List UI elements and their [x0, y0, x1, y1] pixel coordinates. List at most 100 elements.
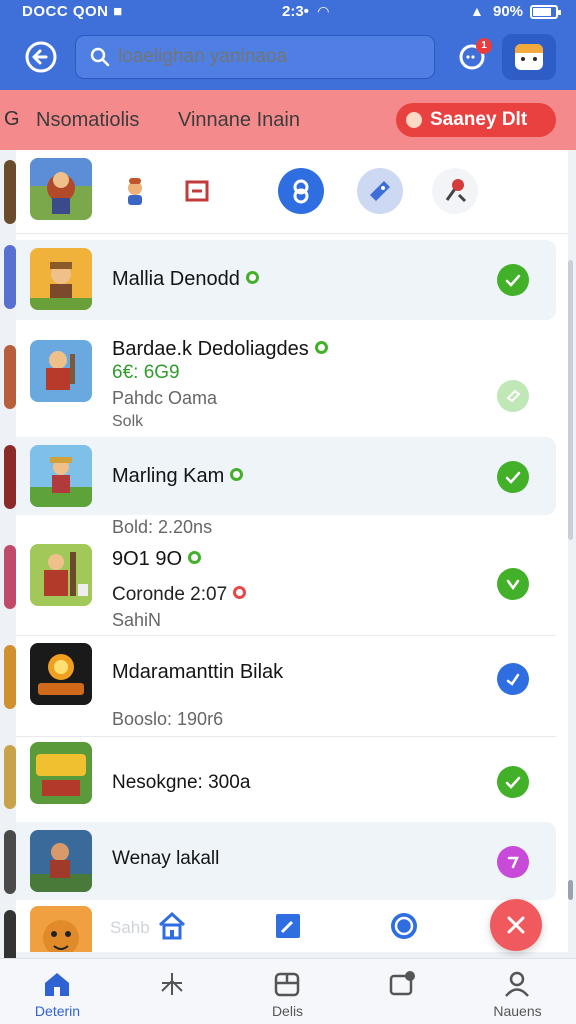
search-icon: [90, 47, 110, 67]
game-row[interactable]: Mdaramanttin Bilak Booslo: 190r6: [16, 637, 556, 737]
game-row[interactable]: 9O1 9O Coronde 2:07 SahiN: [16, 540, 556, 636]
checkmark-icon: [505, 471, 521, 484]
status-button[interactable]: [497, 568, 529, 600]
verified-icon: [245, 271, 259, 284]
calendar-icon: [274, 972, 300, 997]
checkmark-icon: [505, 776, 521, 789]
inbox-icon: [389, 971, 415, 996]
quick-action-1[interactable]: [112, 168, 158, 214]
home-icon: [45, 973, 69, 996]
status-bar: DOCC QON ■ 2:3• ◠ ▲ 90%: [0, 0, 576, 24]
location-pin-icon: [293, 179, 309, 204]
game-thumbnail: [30, 544, 92, 606]
banner-action-button[interactable]: Saaney Dlt: [396, 103, 556, 137]
gift-icon: [185, 180, 209, 202]
notification-badge: 1: [476, 38, 492, 54]
quick-actions-row: [16, 150, 568, 234]
game-meta: Pahdc Oama: [112, 388, 218, 408]
nav-item-home[interactable]: Deterin: [0, 959, 115, 1024]
filter-tab-1[interactable]: Nsomatiolis: [36, 109, 139, 132]
info-icon: [506, 673, 520, 686]
scrollbar-thumb[interactable]: [568, 260, 573, 540]
quick-action-2[interactable]: [174, 168, 220, 214]
game-list-panel[interactable]: Mallia Denodd Bardae.k Dedoliagdes 6€: 6…: [16, 150, 568, 952]
quick-action-3[interactable]: [278, 168, 324, 214]
status-button[interactable]: [497, 461, 529, 493]
quick-action-5[interactable]: [432, 168, 478, 214]
game-stat: 6€: 6G9: [112, 362, 180, 383]
signal-icon: ▲: [470, 3, 484, 19]
status-button[interactable]: [497, 846, 529, 878]
game-title: Nesokgne: 300a: [112, 772, 251, 793]
avatar-icon: [515, 44, 543, 70]
featured-game-thumbnail[interactable]: [30, 158, 92, 220]
search-input[interactable]: [118, 43, 418, 71]
filter-tab-2[interactable]: Vinnane Inain: [178, 109, 300, 132]
pending-icon: [507, 856, 519, 869]
download-icon: [506, 579, 520, 591]
bottom-navigation: Deterin Delis Nauens: [0, 958, 576, 1024]
home-icon: [158, 911, 186, 940]
background-card-peek: [0, 150, 16, 974]
game-meta: SahiN: [112, 610, 162, 630]
shield-shortcut-button[interactable]: [388, 910, 420, 942]
game-title: Mdaramanttin Bilak: [112, 661, 284, 683]
game-thumbnail: [30, 643, 92, 705]
back-arrow-icon: [25, 41, 57, 73]
game-row[interactable]: Bardae.k Dedoliagdes 6€: 6G9 Pahdc Oama …: [16, 332, 556, 436]
clock: 2:3•: [282, 3, 309, 20]
back-button[interactable]: [22, 38, 60, 76]
nav-item-details[interactable]: Delis: [230, 959, 345, 1024]
status-button[interactable]: [497, 380, 529, 412]
tag-icon: [406, 112, 422, 128]
edit-shortcut-button[interactable]: [272, 910, 304, 942]
game-stat: Coronde 2:07: [112, 584, 247, 606]
close-fab-button[interactable]: [490, 899, 542, 951]
game-row[interactable]: Marling Kam: [16, 437, 556, 515]
tag-icon: [506, 389, 521, 403]
nav-item-explore[interactable]: [115, 959, 230, 1024]
checkmark-icon: [505, 274, 521, 287]
game-row[interactable]: Nesokgne: 300a: [16, 738, 556, 822]
nav-item-inbox[interactable]: [345, 959, 460, 1024]
nav-item-profile[interactable]: Nauens: [460, 959, 575, 1024]
game-thumbnail: [30, 445, 92, 507]
status-button[interactable]: [497, 264, 529, 296]
scrollbar-end: [568, 880, 573, 900]
home-shortcut-button[interactable]: [156, 910, 188, 942]
game-title: Bardae.k Dedoliagdes: [112, 338, 328, 361]
profile-avatar-button[interactable]: [502, 34, 556, 80]
nav-label: Nauens: [493, 1003, 542, 1019]
battery-percent: 90%: [493, 3, 524, 20]
quick-action-4[interactable]: [357, 168, 403, 214]
battery-icon: [530, 5, 561, 19]
verified-icon: [230, 468, 244, 481]
game-title: Wenay lakall: [112, 848, 220, 869]
banner-edge-text: G: [4, 108, 20, 130]
carrier-label: DOCC QON ■: [22, 3, 123, 20]
alert-icon: [233, 586, 247, 599]
status-button[interactable]: [497, 663, 529, 695]
game-thumbnail: [30, 742, 92, 804]
game-title: Marling Kam: [112, 465, 244, 488]
shield-icon: [391, 913, 417, 939]
game-row[interactable]: Mallia Denodd: [16, 240, 556, 320]
nav-label: Deterin: [34, 1003, 81, 1019]
person-icon: [128, 178, 142, 205]
game-title: 9O1 9O: [112, 548, 202, 571]
profile-icon: [505, 971, 529, 997]
banner-action-label: Saaney Dlt: [430, 109, 528, 130]
game-row[interactable]: Wenay lakall: [16, 822, 556, 900]
game-title: Mallia Denodd: [112, 268, 259, 291]
status-button[interactable]: [497, 766, 529, 798]
tools-icon: [445, 179, 467, 203]
game-meta: Booslo: 190r6: [112, 709, 224, 729]
floating-toolbar: [16, 900, 568, 952]
close-icon: [507, 916, 525, 934]
ticket-icon: [370, 181, 390, 201]
search-bar[interactable]: [75, 35, 435, 79]
wifi-icon: ◠: [318, 3, 329, 19]
nav-label: Delis: [271, 1003, 304, 1019]
app-bar: 1: [0, 24, 576, 90]
sparkle-icon: [161, 973, 183, 995]
